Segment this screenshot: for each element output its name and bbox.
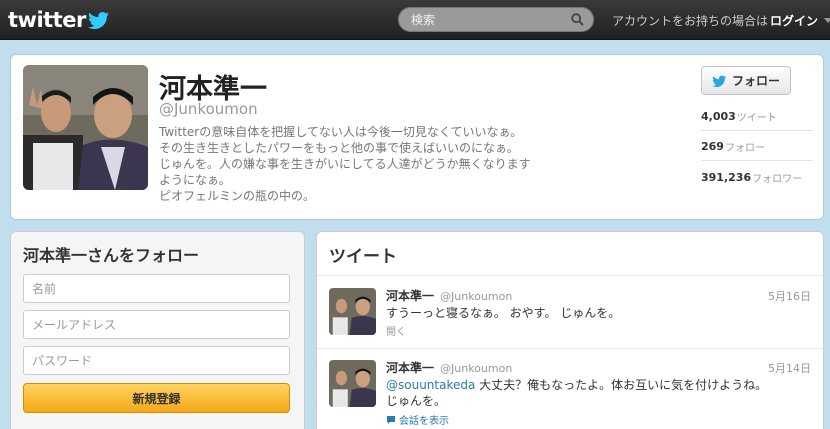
- username: @Junkoumon: [159, 100, 258, 118]
- signup-panel: 河本準一さんをフォロー 新規登録: [10, 231, 305, 429]
- top-bar: twitter アカウントをお持ちの場合は ログイン: [0, 0, 830, 40]
- chevron-down-icon[interactable]: [824, 17, 830, 23]
- bio-line: じゅんを。人の嫌な事を生きがいにしてる人達がどうか無くなります: [159, 157, 531, 171]
- stat-value: 391,236: [701, 170, 752, 184]
- avatar[interactable]: [329, 288, 376, 335]
- password-field[interactable]: [23, 346, 290, 375]
- tweet-author-name: 河本準一: [386, 361, 435, 375]
- bio-line: ようになぁ。: [159, 173, 231, 187]
- tweet-avatar-photo: [329, 360, 376, 407]
- bio-line: その生き生きとしたパワーをもっと他の事で使えばいいのになぁ。: [159, 141, 519, 155]
- tweet-author-name: 河本準一: [386, 289, 435, 303]
- speech-bubble-icon: [387, 415, 395, 424]
- tweet-author[interactable]: 河本準一 @Junkoumon: [386, 287, 512, 304]
- tweet-date[interactable]: 5月16日: [768, 288, 811, 304]
- open-link[interactable]: 開く: [386, 323, 406, 338]
- tweet-item[interactable]: 河本準一 @Junkoumon 5月14日 @souuntakeda 大丈夫？俺も…: [317, 360, 823, 429]
- bio-line: Twitterの意味自体を把握してない人は今後一切見なくていいなぁ。: [159, 125, 523, 139]
- logo-text: twitter: [8, 8, 86, 32]
- view-conversation-link[interactable]: 会話を表示: [386, 412, 449, 427]
- search-icon[interactable]: [571, 13, 584, 26]
- tweet-avatar-photo: [329, 288, 376, 335]
- email-field[interactable]: [23, 310, 290, 339]
- stat-label: ツイート: [736, 113, 777, 124]
- tweet-text: @souuntakeda 大丈夫？俺もなったよ。体お互いに気を付けようね。 じゅ…: [386, 377, 806, 409]
- tweet-text: すうーっと寝るなぁ。 おやす。 じゅんを。: [386, 305, 806, 321]
- stat-followers[interactable]: 391,236 フォロワー: [701, 163, 813, 191]
- signup-title: 河本準一さんをフォロー: [23, 246, 200, 265]
- register-button[interactable]: 新規登録: [23, 383, 290, 413]
- bio-line: ピオフェルミンの瓶の中の。: [159, 189, 316, 203]
- tweet-text-line: 大丈夫？俺もなったよ。体お互いに気を付けようね。: [475, 378, 768, 392]
- stat-value: 4,003: [701, 110, 736, 123]
- follow-label: フォロー: [731, 74, 780, 88]
- divider: [317, 348, 823, 349]
- tweets-panel: ツイート 河本準一 @Junkoumon 5月16日 すうーっと寝るなぁ。 おやす…: [316, 231, 824, 429]
- mention-link[interactable]: @souuntakeda: [386, 378, 475, 392]
- stat-tweets[interactable]: 4,003 ツイート: [701, 103, 813, 131]
- profile-stats: 4,003 ツイート 269 フォロー 391,236 フォロワー: [701, 103, 813, 193]
- search-box[interactable]: [398, 7, 594, 32]
- bird-icon: [712, 75, 727, 87]
- bio: Twitterの意味自体を把握してない人は今後一切見なくていいなぁ。 その生き生…: [159, 124, 559, 204]
- tweet-author[interactable]: 河本準一 @Junkoumon: [386, 359, 512, 376]
- tweets-title: ツイート: [329, 247, 397, 267]
- tweet-author-username: @Junkoumon: [440, 362, 513, 375]
- stat-label: フォロワー: [752, 173, 803, 185]
- twitter-logo[interactable]: twitter: [8, 8, 110, 32]
- tweet-text-line: すうーっと寝るなぁ。 おやす。 じゅんを。: [386, 306, 621, 320]
- follow-button[interactable]: フォロー: [701, 66, 791, 95]
- login-prompt: アカウントをお持ちの場合は: [612, 13, 769, 28]
- bird-icon: [87, 12, 109, 29]
- stat-label: フォロー: [724, 143, 765, 154]
- view-conversation-label: 会話を表示: [399, 416, 449, 427]
- avatar[interactable]: [329, 360, 376, 407]
- tweet-author-username: @Junkoumon: [440, 290, 513, 303]
- stat-value: 269: [701, 140, 724, 153]
- profile-photo: [23, 65, 148, 190]
- stat-following[interactable]: 269 フォロー: [701, 133, 813, 161]
- profile-card: 河本準一 @Junkoumon Twitterの意味自体を把握してない人は今後一…: [10, 54, 824, 220]
- search-input[interactable]: [411, 11, 561, 28]
- tweet-item[interactable]: 河本準一 @Junkoumon 5月16日 すうーっと寝るなぁ。 おやす。 じゅん…: [317, 288, 823, 346]
- avatar[interactable]: [23, 65, 148, 190]
- tweet-date[interactable]: 5月14日: [768, 360, 811, 376]
- name-field[interactable]: [23, 274, 290, 303]
- divider: [317, 275, 823, 276]
- login-area: アカウントをお持ちの場合は ログイン: [612, 11, 830, 29]
- login-link[interactable]: ログイン: [770, 12, 818, 29]
- tweet-text-line: じゅんを。: [386, 394, 447, 408]
